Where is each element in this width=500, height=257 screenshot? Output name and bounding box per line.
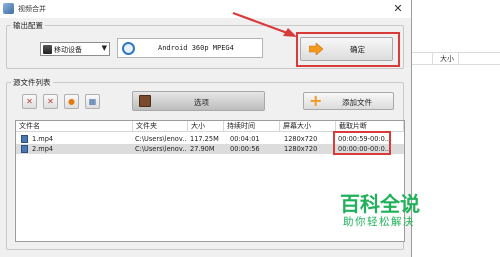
source-files-label: 源文件列表 bbox=[11, 77, 53, 88]
column-header-name[interactable]: 文件名 bbox=[16, 121, 133, 132]
device-select-value: 移动设备 bbox=[54, 46, 82, 54]
column-header-screen[interactable]: 屏幕大小 bbox=[280, 121, 336, 132]
column-header-size[interactable]: 大小 bbox=[188, 121, 224, 132]
output-config-label: 输出配置 bbox=[11, 20, 45, 31]
file-screen-size: 1280x720 bbox=[284, 145, 318, 153]
app-icon bbox=[3, 3, 14, 14]
file-size: 117.25M bbox=[190, 135, 219, 143]
background-divider bbox=[412, 64, 500, 65]
video-file-icon bbox=[21, 145, 28, 153]
plus-icon: + bbox=[309, 91, 323, 110]
watermark-subtitle: 助你轻松解决 bbox=[343, 216, 415, 228]
add-file-button-label: 添加文件 bbox=[342, 98, 372, 107]
format-display[interactable]: Android 360p MPEG4 bbox=[117, 38, 263, 58]
background-window bbox=[412, 0, 500, 257]
clear-list-icon: ✕ bbox=[47, 97, 54, 106]
background-column-divider bbox=[432, 52, 433, 64]
remove-file-icon: ✕ bbox=[26, 97, 33, 106]
file-folder: C:\Users\lenov... bbox=[135, 135, 187, 143]
clear-list-button[interactable]: ✕ bbox=[43, 94, 58, 109]
file-name: 2.mp4 bbox=[32, 145, 54, 153]
background-column-divider bbox=[458, 52, 459, 64]
device-select[interactable]: 移动设备 ▼ bbox=[40, 42, 110, 56]
highlight-box-ok bbox=[296, 32, 400, 67]
phone-icon bbox=[43, 45, 52, 54]
background-divider bbox=[412, 52, 500, 53]
watermark-title: 百科全说 bbox=[340, 192, 420, 216]
title-bar[interactable]: 视频合并 ✕ bbox=[0, 0, 411, 18]
chevron-down-icon[interactable]: ▼ bbox=[102, 44, 107, 52]
play-file-button[interactable]: ● bbox=[64, 94, 79, 109]
highlight-box-clip bbox=[333, 131, 391, 155]
file-screen-size: 1280x720 bbox=[284, 135, 318, 143]
video-file-icon bbox=[21, 135, 28, 143]
background-column-header[interactable]: 大小 bbox=[440, 54, 454, 64]
file-folder: C:\Users\lenov... bbox=[135, 145, 187, 153]
close-button[interactable]: ✕ bbox=[387, 1, 409, 16]
format-disc-icon bbox=[122, 42, 135, 55]
file-duration: 00:00:56 bbox=[230, 145, 260, 153]
film-icon bbox=[139, 95, 151, 107]
column-header-duration[interactable]: 持续时间 bbox=[224, 121, 280, 132]
file-duration: 00:04:01 bbox=[230, 135, 260, 143]
format-value: Android 360p MPEG4 bbox=[158, 44, 234, 52]
file-info-button[interactable]: ▦ bbox=[85, 94, 100, 109]
file-size: 27.90M bbox=[190, 145, 215, 153]
options-button[interactable]: 选项 bbox=[132, 91, 265, 111]
info-grid-icon: ▦ bbox=[88, 97, 97, 106]
play-icon: ● bbox=[68, 97, 75, 106]
options-button-label: 选项 bbox=[194, 98, 209, 107]
remove-file-button[interactable]: ✕ bbox=[22, 94, 37, 109]
annotation-arrow bbox=[232, 11, 297, 37]
column-header-folder[interactable]: 文件夹 bbox=[133, 121, 188, 132]
add-file-button[interactable]: + 添加文件 bbox=[303, 91, 394, 110]
file-name: 1.mp4 bbox=[32, 135, 54, 143]
window-title: 视频合并 bbox=[18, 5, 46, 13]
